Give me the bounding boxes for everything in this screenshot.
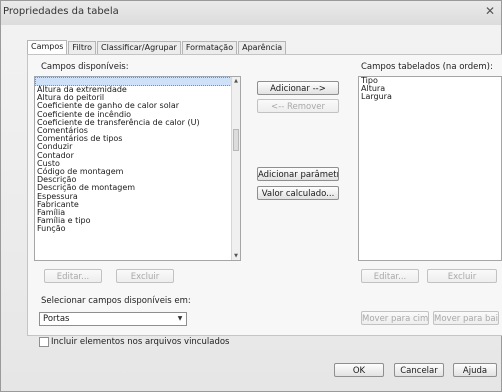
help-button[interactable]: Ajuda [453, 363, 497, 377]
move-down-button[interactable]: Mover para baixo [433, 311, 499, 325]
delete-available-button[interactable]: Excluir [116, 269, 174, 283]
remove-field-button[interactable]: <-- Remover [257, 99, 339, 113]
list-item[interactable]: Contador [35, 151, 240, 160]
delete-scheduled-button[interactable]: Excluir [427, 269, 497, 283]
list-item[interactable]: Fabricante [35, 200, 240, 209]
cancel-button[interactable]: Cancelar [394, 363, 444, 377]
category-dropdown[interactable]: Portas ▼ [39, 312, 187, 326]
available-fields-items: Altura da extremidade Altura do peitoril C… [35, 77, 240, 234]
ok-button[interactable]: OK [334, 363, 384, 377]
table-properties-dialog: Propriedades da tabela ✕ Campos Filtro C… [0, 0, 502, 392]
edit-available-button[interactable]: Editar... [44, 269, 102, 283]
tab-campos[interactable]: Campos [27, 40, 68, 54]
window-title: Propriedades da tabela [3, 6, 119, 17]
list-item[interactable]: Largura [359, 93, 501, 101]
scheduled-fields-label: Campos tabelados (na ordem): [361, 62, 493, 72]
tab-formatacao[interactable]: Formatação [181, 41, 238, 54]
scheduled-fields-items: Tipo Altura Largura [359, 77, 501, 102]
include-linked-label: Incluir elementos nos arquivos vinculado… [51, 337, 230, 347]
move-up-button[interactable]: Mover para cima [361, 311, 429, 325]
tab-strip: Campos Filtro Classificar/Agrupar Format… [27, 40, 287, 54]
scroll-down-icon[interactable]: ▼ [232, 252, 240, 260]
tab-aparencia[interactable]: Aparência [238, 41, 287, 54]
tab-filtro[interactable]: Filtro [68, 41, 97, 54]
add-field-button[interactable]: Adicionar --> [257, 81, 339, 95]
edit-scheduled-button[interactable]: Editar... [361, 269, 419, 283]
close-icon[interactable]: ✕ [483, 4, 497, 18]
chevron-down-icon: ▼ [177, 315, 183, 322]
list-item[interactable]: Função [35, 225, 240, 233]
add-parameter-button[interactable]: Adicionar parâmetro... [257, 167, 339, 181]
scroll-up-icon[interactable]: ▲ [232, 77, 240, 85]
scheduled-fields-list[interactable]: Tipo Altura Largura [358, 76, 502, 261]
scroll-thumb[interactable] [233, 129, 239, 151]
category-value: Portas [43, 314, 70, 324]
tab-classificar-agrupar[interactable]: Classificar/Agrupar [97, 41, 181, 54]
list-scrollbar[interactable]: ▲ ▼ [231, 77, 240, 260]
select-from-label: Selecionar campos disponíveis em: [41, 296, 191, 306]
include-linked-checkbox[interactable] [39, 337, 49, 347]
available-fields-label: Campos disponíveis: [41, 62, 129, 72]
title-bar[interactable]: Propriedades da tabela ✕ [1, 1, 501, 25]
calculated-value-button[interactable]: Valor calculado... [257, 186, 339, 200]
available-fields-list[interactable]: Altura da extremidade Altura do peitoril C… [34, 76, 241, 261]
